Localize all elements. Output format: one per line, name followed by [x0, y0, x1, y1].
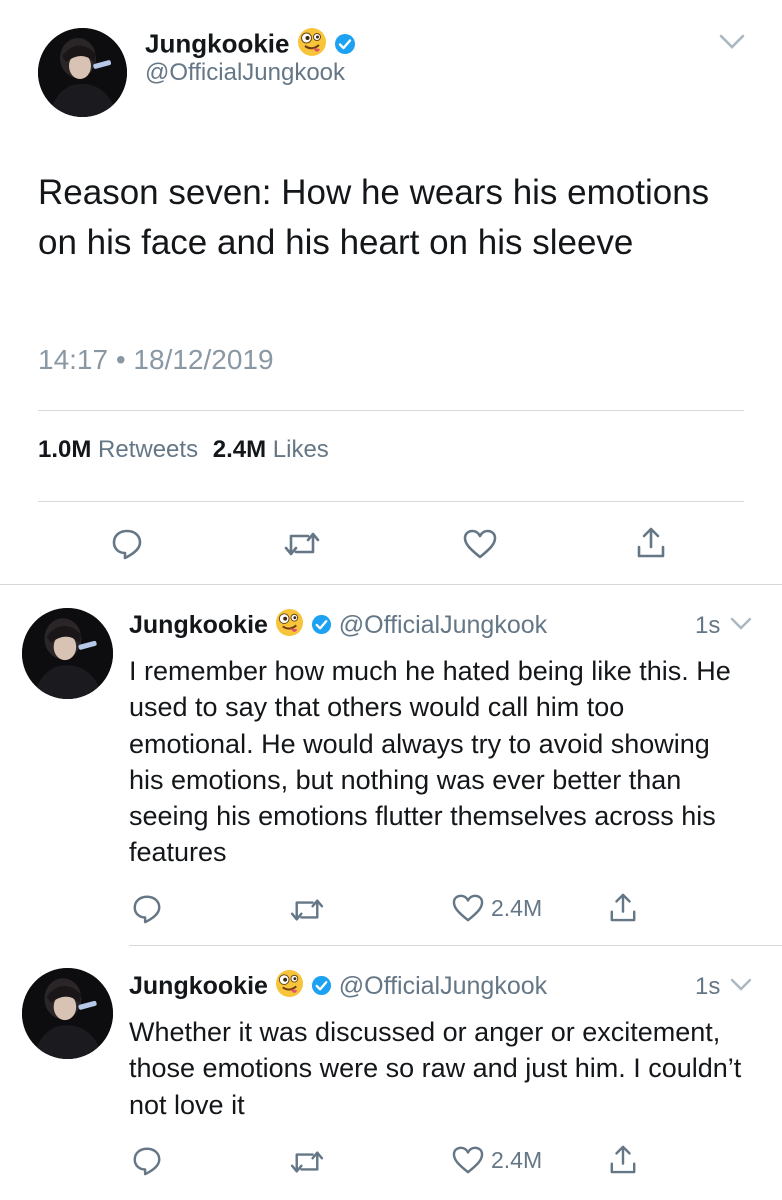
like-count: 2.4M [491, 894, 543, 921]
reply-time[interactable]: 1s [695, 612, 720, 639]
share-icon [637, 527, 665, 558]
display-name[interactable]: Jungkookie [129, 972, 268, 1000]
like-count: 2.4M [491, 1146, 543, 1173]
reply-text: I remember how much he hated being like … [129, 656, 731, 868]
retweets-count: 1.0M [38, 436, 92, 463]
display-name[interactable]: Jungkookie [129, 611, 268, 639]
avatar[interactable] [38, 28, 127, 117]
likes-stat[interactable]: 2.4M Likes [213, 436, 329, 463]
heart-icon [452, 1146, 484, 1174]
divider [0, 584, 782, 585]
zany-face-emoji [275, 969, 304, 1006]
likes-label: Likes [272, 436, 329, 463]
handle[interactable]: @OfficialJungkook [339, 972, 547, 1000]
tweet-text: Reason seven: How he wears his emotions … [38, 173, 710, 262]
reply-button[interactable] [131, 893, 163, 925]
handle[interactable]: @OfficialJungkook [145, 59, 345, 87]
retweet-icon [284, 532, 320, 556]
divider [38, 501, 744, 502]
share-button[interactable] [609, 891, 637, 923]
reply-icon [133, 895, 161, 924]
avatar[interactable] [22, 968, 113, 1059]
chevron-down-icon[interactable] [730, 978, 752, 997]
chevron-down-icon[interactable] [718, 33, 746, 56]
heart-icon [452, 894, 484, 922]
retweet-icon [290, 1151, 324, 1173]
display-name[interactable]: Jungkookie [145, 28, 289, 58]
share-button[interactable] [609, 1143, 637, 1175]
chevron-down-icon[interactable] [730, 617, 752, 636]
likes-count: 2.4M [212, 436, 267, 463]
verified-badge-icon [311, 611, 332, 643]
divider [38, 410, 744, 411]
reply-icon [133, 1147, 161, 1176]
reply-button[interactable] [110, 527, 144, 561]
reply-icon [112, 529, 142, 560]
zany-face-emoji [275, 608, 304, 645]
retweets-stat[interactable]: 1.0M Retweets [38, 436, 205, 463]
like-button[interactable] [462, 528, 498, 560]
divider [129, 945, 782, 946]
share-icon [610, 893, 636, 922]
reply-text: Whether it was discussed or anger or exc… [129, 1017, 742, 1120]
retweet-button[interactable] [289, 896, 325, 924]
share-button[interactable] [636, 525, 666, 559]
like-button[interactable]: 2.4M [451, 893, 542, 923]
timestamp[interactable]: 14:17 • 18/12/2019 [38, 344, 274, 376]
reply-time[interactable]: 1s [695, 973, 720, 1000]
retweets-label: Retweets [98, 436, 199, 463]
reply-button[interactable] [131, 1145, 163, 1177]
heart-icon [463, 529, 497, 559]
engagement-stats: 1.0M Retweets 2.4M Likes [38, 436, 329, 464]
retweet-button[interactable] [283, 529, 321, 559]
share-icon [610, 1145, 636, 1174]
avatar[interactable] [22, 608, 113, 699]
retweet-icon [290, 899, 324, 921]
retweet-button[interactable] [289, 1148, 325, 1176]
like-button[interactable]: 2.4M [451, 1145, 542, 1175]
verified-badge-icon [311, 972, 332, 1004]
handle[interactable]: @OfficialJungkook [339, 611, 547, 639]
verified-badge-icon [334, 30, 356, 62]
